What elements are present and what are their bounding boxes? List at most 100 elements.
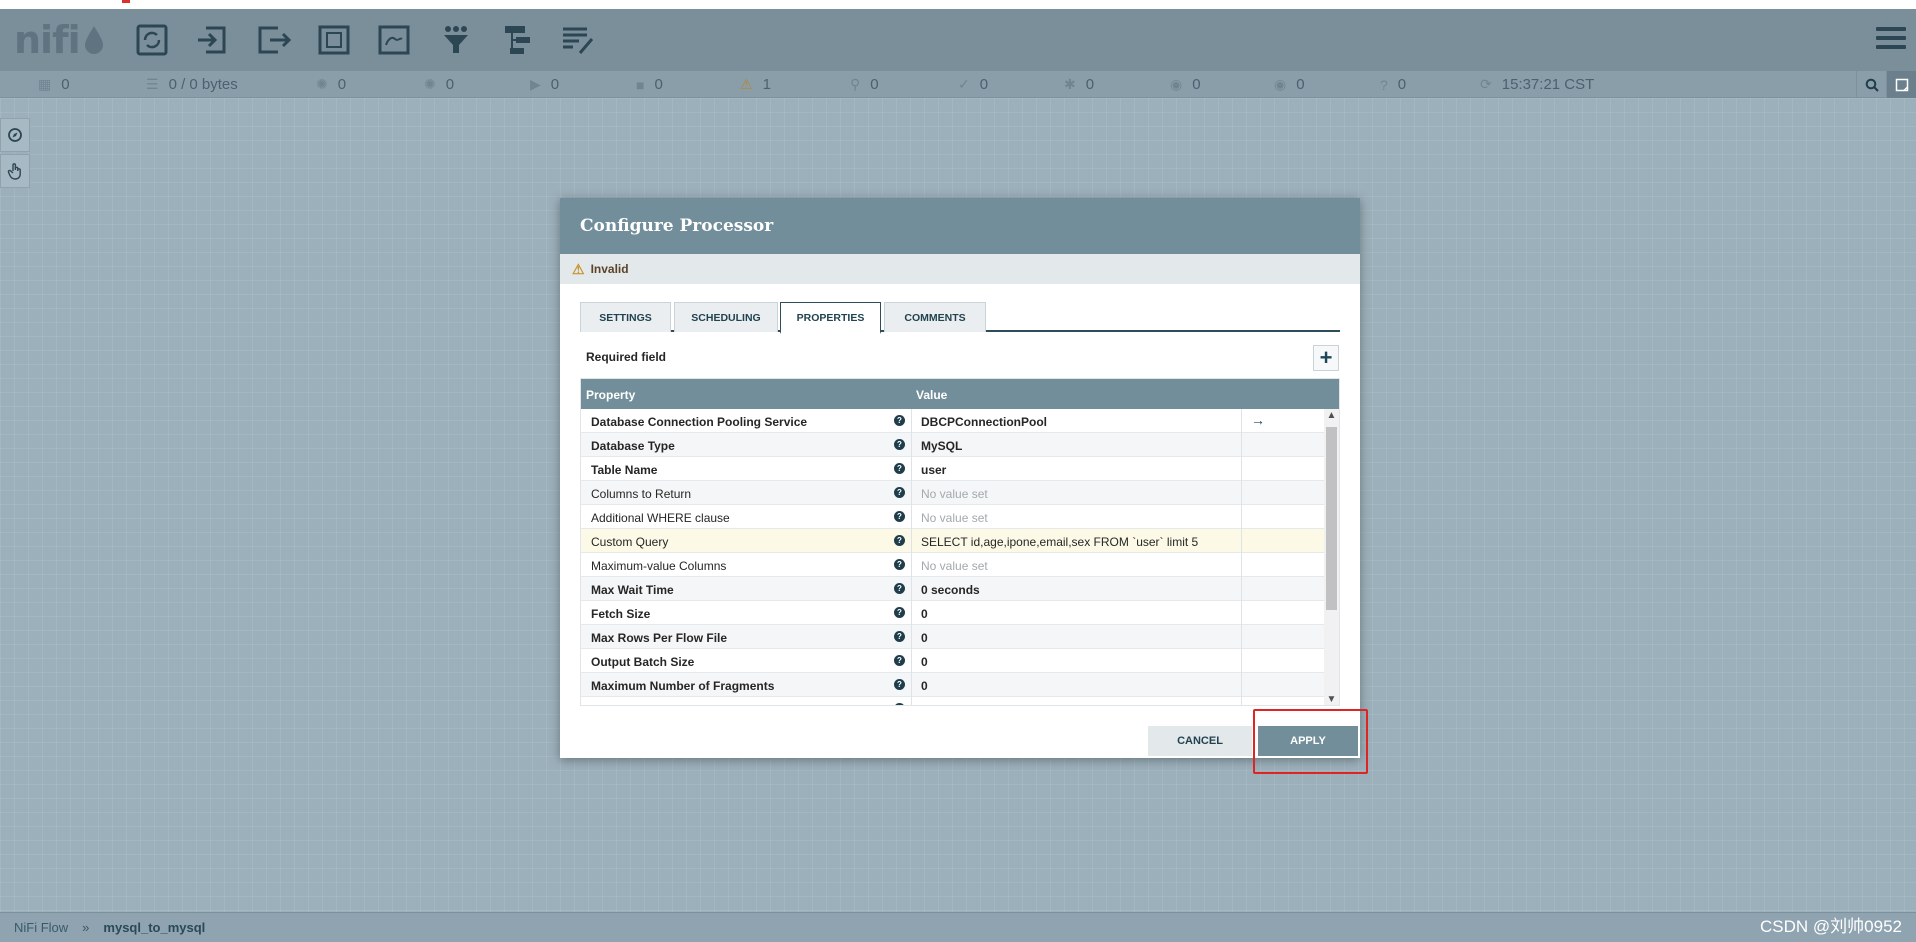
remote-process-group-icon[interactable] [372,19,416,61]
property-value[interactable]: 0 seconds [921,583,980,597]
cell-divider [1241,601,1242,625]
help-icon[interactable]: ? [894,415,905,426]
locally-modified-stale-count: ◉ 0 [1274,76,1305,93]
scroll-up-icon[interactable]: ▲ [1324,409,1339,423]
cell-divider [1241,697,1242,705]
configure-processor-dialog: Configure Processor ⚠ Invalid SETTINGS S… [560,198,1360,758]
navigate-compass-icon[interactable] [0,118,30,152]
help-icon[interactable]: ? [894,559,905,570]
add-property-button[interactable]: + [1313,345,1339,371]
help-icon[interactable]: ? [894,463,905,474]
table-row[interactable]: Normalize Table/Column Names? false [581,697,1324,705]
cell-divider [1241,529,1242,553]
help-icon[interactable]: ? [894,679,905,690]
help-icon[interactable]: ? [894,631,905,642]
table-row[interactable]: Max Rows Per Flow File? 0 [581,625,1324,649]
asterisk-icon: ✱ [1064,76,1076,92]
property-name: Normalize Table/Column Names [591,703,773,705]
property-value[interactable]: MySQL [921,439,962,453]
help-icon[interactable]: ? [894,583,905,594]
table-row[interactable]: Database Connection Pooling Service? DBCP… [581,409,1324,433]
cell-divider [911,505,912,529]
table-row[interactable]: Table Name? user [581,457,1324,481]
cell-divider [911,649,912,673]
property-value[interactable]: 0 [921,607,928,621]
property-value[interactable]: No value set [921,487,988,501]
up-to-date-count: ✓ 0 [958,76,989,93]
table-row[interactable]: Custom Query? SELECT id,age,ipone,email,s… [581,529,1324,553]
property-value[interactable]: SELECT id,age,ipone,email,sex FROM `user… [921,535,1198,549]
cell-divider [1241,409,1242,433]
stale-modified-icon: ◉ [1274,76,1287,92]
processor-state: Invalid [590,262,629,276]
property-name: Columns to Return [591,487,692,501]
hamburger-menu-icon[interactable] [1876,27,1906,55]
help-icon[interactable]: ? [894,511,905,522]
dialog-header: Configure Processor [560,198,1360,254]
property-value[interactable]: false [921,703,948,705]
breadcrumb: NiFi Flow » mysql_to_mysql [0,912,1916,942]
warning-icon: ⚠ [572,260,585,277]
table-row[interactable]: Columns to Return? No value set [581,481,1324,505]
stopped-count: ■ 0 [636,76,663,93]
cell-divider [911,553,912,577]
property-value[interactable]: 0 [921,655,928,669]
process-group-icon[interactable] [312,19,356,61]
property-value[interactable]: user [921,463,946,477]
property-value[interactable]: No value set [921,511,988,525]
dialog-title: Configure Processor [580,216,774,236]
property-name: Database Type [591,439,675,453]
table-row[interactable]: Output Batch Size? 0 [581,649,1324,673]
operate-hand-icon[interactable] [0,154,30,188]
table-row[interactable]: Additional WHERE clause? No value set [581,505,1324,529]
help-icon[interactable]: ? [894,607,905,618]
tab-settings[interactable]: SETTINGS [580,302,671,332]
property-name: Table Name [591,463,658,477]
scroll-down-icon[interactable]: ▼ [1324,693,1339,705]
table-row[interactable]: Fetch Size? 0 [581,601,1324,625]
stale-count: ◉ 0 [1170,76,1201,93]
template-icon[interactable] [496,19,540,61]
column-header-property: Property [586,388,636,402]
logo-text: nifi [14,18,81,62]
help-icon[interactable]: ? [894,703,905,705]
tab-scheduling[interactable]: SCHEDULING [674,302,778,332]
tab-properties[interactable]: PROPERTIES [780,302,881,334]
property-value[interactable]: 0 [921,679,928,693]
table-row[interactable]: Max Wait Time? 0 seconds [581,577,1324,601]
bulletin-board-icon[interactable] [1886,71,1916,98]
cancel-button[interactable]: CANCEL [1148,726,1252,756]
help-icon[interactable]: ? [894,655,905,666]
help-icon[interactable]: ? [894,487,905,498]
help-icon[interactable]: ? [894,535,905,546]
refresh-icon[interactable]: ⟳ [1480,76,1492,93]
property-value[interactable]: DBCPConnectionPool [921,415,1047,429]
table-row[interactable]: Maximum Number of Fragments? 0 [581,673,1324,697]
property-value[interactable]: 0 [921,631,928,645]
breadcrumb-current: mysql_to_mysql [103,920,206,935]
processor-icon[interactable] [130,19,174,61]
search-icon[interactable] [1856,71,1886,98]
invalid-count: ⚠ 1 [740,76,771,93]
go-to-service-arrow-icon[interactable]: → [1251,412,1265,428]
funnel-icon[interactable] [434,19,478,61]
cell-divider [911,673,912,697]
breadcrumb-root[interactable]: NiFi Flow [14,920,68,935]
tab-comments[interactable]: COMMENTS [884,302,986,332]
cell-divider [1241,481,1242,505]
property-name: Max Wait Time [591,583,674,597]
watermark: CSDN @刘帅0952 [1760,917,1902,936]
cell-divider [911,601,912,625]
stale-icon: ◉ [1170,76,1183,92]
property-value[interactable]: No value set [921,559,988,573]
help-icon[interactable]: ? [894,439,905,450]
input-port-icon[interactable] [190,19,234,61]
table-row[interactable]: Maximum-value Columns? No value set [581,553,1324,577]
cell-divider [911,457,912,481]
table-body: Database Connection Pooling Service? DBCP… [581,409,1339,705]
label-icon[interactable] [556,19,600,61]
scrollbar-thumb[interactable] [1326,427,1337,610]
table-row[interactable]: Database Type? MySQL [581,433,1324,457]
table-scrollbar[interactable]: ▲ ▼ [1324,409,1339,705]
output-port-icon[interactable] [252,19,296,61]
